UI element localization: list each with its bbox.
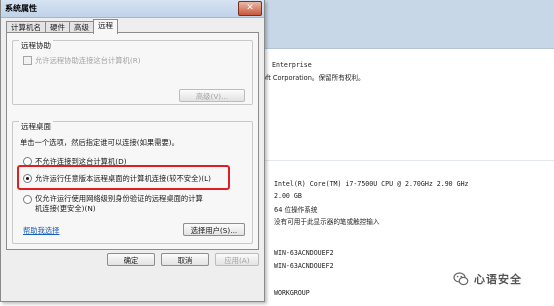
watermark-text: 心语安全 [474, 273, 522, 286]
remote-desktop-instruction: 单击一个选项，然后指定谁可以连接(如果需要)。 [20, 138, 179, 147]
wechat-logo-icon [453, 272, 469, 286]
select-users-button[interactable]: 选择用户(S)... [183, 223, 245, 236]
apply-button[interactable]: 应用(A) [215, 253, 259, 266]
system-info-header-band [255, 0, 554, 49]
cancel-button[interactable]: 取消 [161, 253, 209, 266]
close-button[interactable]: ✕ [238, 1, 262, 16]
remote-assistance-title: 远程协助 [19, 40, 53, 51]
processor-value: Intel(R) Core(TM) i7-7500U CPU @ 2.70GHz… [274, 180, 469, 188]
help-me-choose-link[interactable]: 帮助我选择 [23, 226, 59, 236]
allow-remote-assistance-checkbox[interactable] [23, 56, 32, 65]
tab-remote[interactable]: 远程 [93, 19, 118, 34]
allow-remote-assistance-label: 允许远程协助连接这台计算机(R) [35, 56, 141, 65]
radio-nla-only[interactable] [23, 195, 32, 204]
radio-nla-only-label-line2: 机连接(更安全)(N) [35, 204, 96, 213]
copyright-text: oft Corporation。保留所有权利。 [262, 74, 365, 82]
remote-tab-panel: 远程协助 允许远程协助连接这台计算机(R) 高级(V)... 远程桌面 单击一个… [6, 32, 259, 250]
workgroup-value: WORKGROUP [274, 289, 310, 297]
ok-button[interactable]: 确定 [107, 253, 155, 266]
radio-nla-only-label-line1: 仅允许运行使用网络级别身份验证的远程桌面的计算 [35, 194, 203, 203]
section-divider [255, 160, 554, 161]
full-computer-name-value: WIN-63ACNDOUEF2 [274, 262, 334, 270]
memory-value: 2.00 GB [274, 192, 302, 200]
remote-desktop-title: 远程桌面 [19, 121, 53, 132]
remote-assistance-group: 远程协助 允许远程协助连接这台计算机(R) 高级(V)... [12, 40, 253, 105]
system-type-value: 64 位操作系统 [274, 206, 318, 214]
dialog-title: 系统属性 [5, 4, 37, 13]
windows-edition: Enterprise [272, 61, 312, 69]
watermark: 心语安全 [453, 270, 522, 288]
highlight-annotation [17, 165, 230, 190]
advanced-button[interactable]: 高级(V)... [179, 89, 245, 102]
system-properties-dialog: 系统属性 ✕ 计算机名 硬件 高级 远程 远程协助 允许远程协助连接这台计算机(… [0, 0, 265, 302]
title-bar[interactable]: 系统属性 ✕ [1, 0, 264, 18]
pen-touch-value: 没有可用于此显示器的笔或触控输入 [274, 218, 380, 226]
computer-name-value: WIN-63ACNDOUEF2 [274, 249, 334, 257]
tab-strip: 计算机名 硬件 高级 远程 [6, 19, 118, 34]
